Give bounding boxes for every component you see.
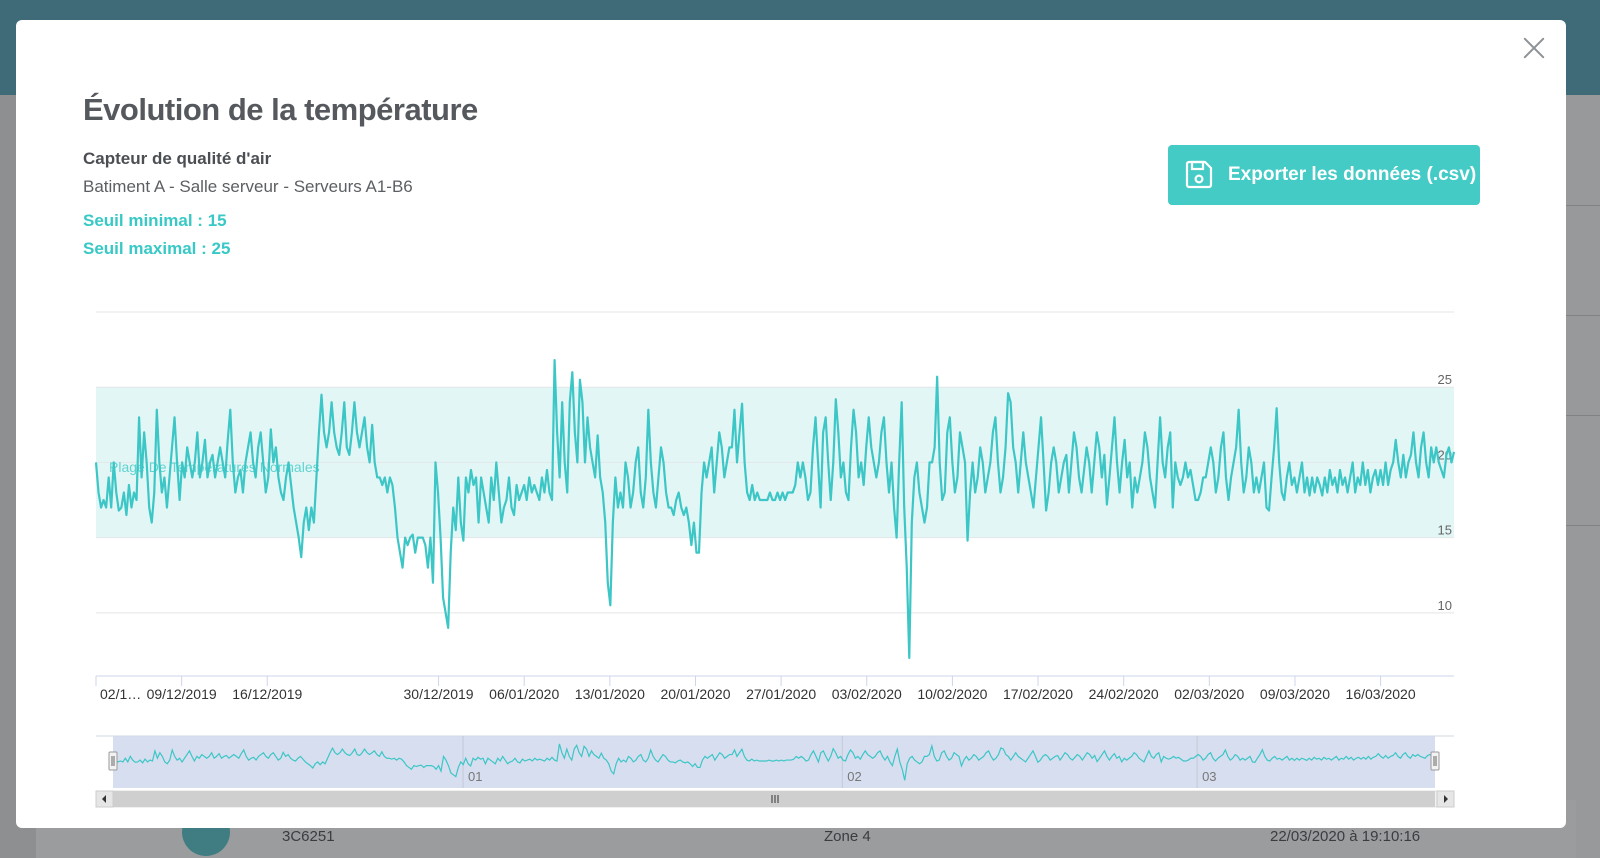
navigator-label: 02: [847, 769, 861, 784]
x-tick-label: 20/01/2020: [660, 686, 730, 702]
navigator-left-handle[interactable]: [108, 751, 118, 771]
device-zone: Zone 4: [824, 828, 871, 845]
scrollbar-thumb[interactable]: [113, 791, 1435, 807]
device-code: 3C6251: [282, 828, 335, 845]
x-tick-label: 06/01/2020: [489, 686, 559, 702]
device-date: 22/03/2020 à 19:10:16: [1270, 828, 1421, 845]
divider: [1560, 525, 1600, 526]
navigator-label: 03: [1202, 769, 1216, 784]
x-tick-label: 09/03/2020: [1260, 686, 1330, 702]
navigator-selection[interactable]: [113, 736, 1435, 788]
navigator-label: 01: [468, 769, 482, 784]
x-tick-label: 02/1…: [100, 686, 141, 702]
y-tick-label: 10: [1438, 598, 1452, 613]
divider: [1560, 205, 1600, 206]
y-tick-label: 15: [1438, 523, 1452, 538]
x-tick-label: 24/02/2020: [1089, 686, 1159, 702]
right-panel-backdrop: [1560, 95, 1600, 858]
x-tick-label: 17/02/2020: [1003, 686, 1073, 702]
x-tick-label: 16/03/2020: [1346, 686, 1416, 702]
x-tick-label: 03/02/2020: [832, 686, 902, 702]
x-tick-label: 16/12/2019: [232, 686, 302, 702]
divider: [1560, 415, 1600, 416]
x-tick-label: 27/01/2020: [746, 686, 816, 702]
x-tick-label: 13/01/2020: [575, 686, 645, 702]
y-tick-label: 25: [1438, 372, 1452, 387]
x-tick-label: 30/12/2019: [404, 686, 474, 702]
x-tick-label: 10/02/2020: [917, 686, 987, 702]
navigator-right-handle[interactable]: [1430, 751, 1440, 771]
x-tick-label: 09/12/2019: [147, 686, 217, 702]
x-tick-label: 02/03/2020: [1174, 686, 1244, 702]
temperature-chart: 1015202502/1… 09/12/2019 16/12/2019 30/12/2…: [94, 311, 1456, 808]
temperature-modal: Évolution de la température Capteur de q…: [16, 20, 1566, 828]
divider: [1560, 315, 1600, 316]
